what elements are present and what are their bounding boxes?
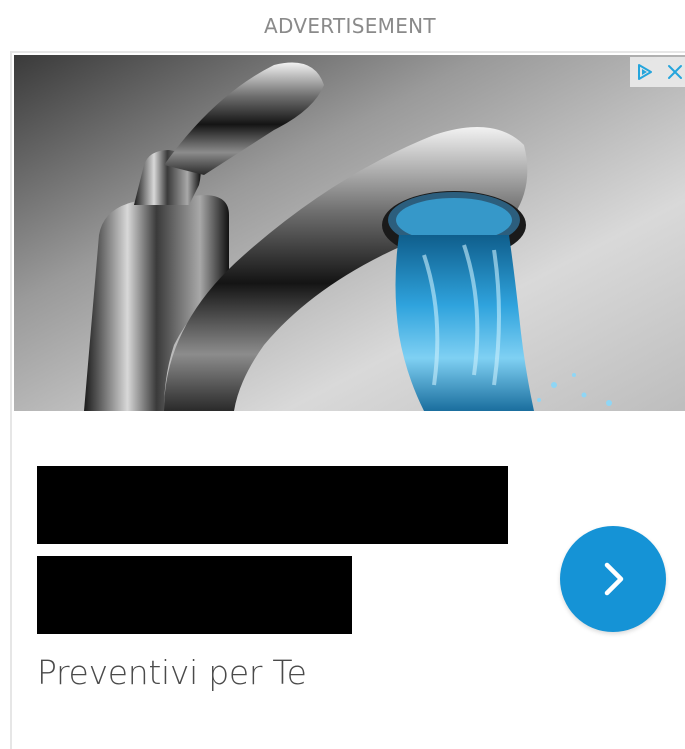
- close-icon[interactable]: [665, 62, 685, 82]
- adchoices-icon[interactable]: [635, 62, 655, 82]
- ad-image[interactable]: [14, 55, 685, 411]
- cta-next-button[interactable]: [560, 526, 666, 632]
- ad-page: ADVERTISEMENT Preventivi per Te: [0, 0, 685, 749]
- ad-headline-line2[interactable]: [37, 556, 352, 634]
- advertisement-label: ADVERTISEMENT: [264, 14, 436, 38]
- ad-sponsor-name[interactable]: Preventivi per Te: [37, 653, 307, 692]
- faucet-illustration: [14, 55, 685, 411]
- ad-headline-line1[interactable]: [37, 466, 508, 544]
- ad-card[interactable]: Preventivi per Te: [10, 51, 685, 749]
- adchoices-badge[interactable]: [630, 57, 685, 87]
- chevron-right-icon: [604, 562, 624, 596]
